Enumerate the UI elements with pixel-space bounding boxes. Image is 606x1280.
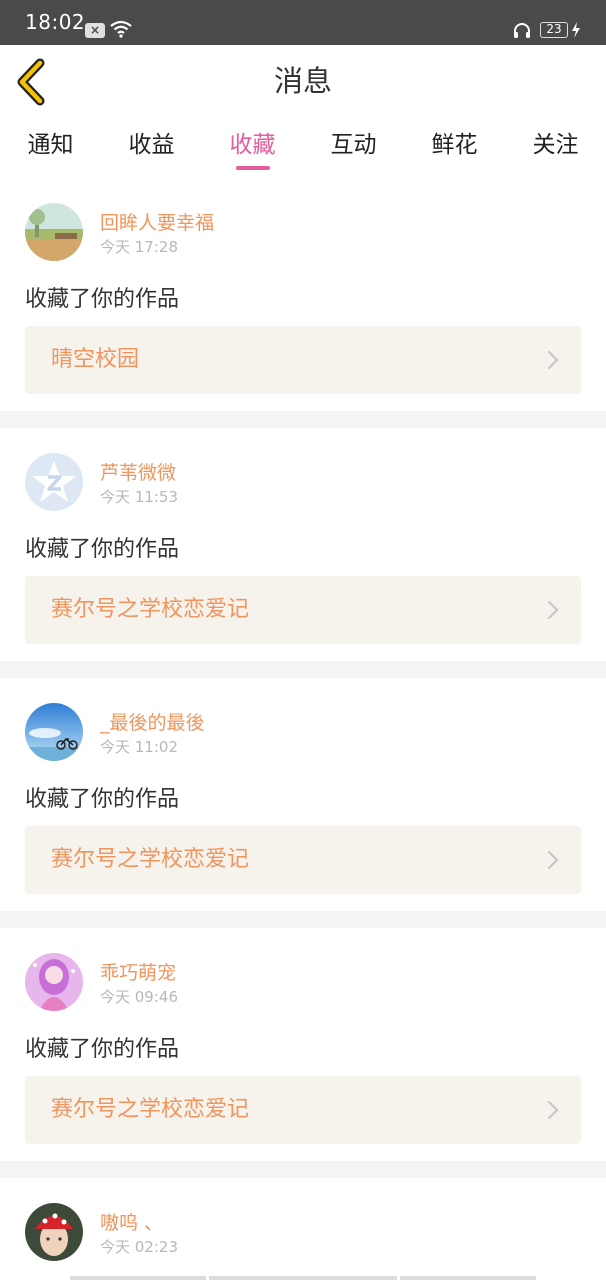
tab-following[interactable]: 关注 xyxy=(505,118,606,178)
page-title: 消息 xyxy=(273,64,332,98)
username[interactable]: _最後的最後 xyxy=(100,708,205,735)
back-button[interactable] xyxy=(14,58,50,106)
username[interactable]: 乖巧萌宠 xyxy=(100,958,176,985)
charging-bolt-icon xyxy=(572,22,580,38)
username[interactable]: 嗷呜 、 xyxy=(100,1208,163,1235)
message-card: 回眸人要幸福 今天 17:28 收藏了你的作品 晴空校园 xyxy=(0,178,606,411)
work-link[interactable]: 赛尔号之学校恋爱记 xyxy=(25,826,581,894)
title-bar: 消息 xyxy=(0,45,606,119)
wifi-icon xyxy=(110,20,132,38)
tab-flowers[interactable]: 鲜花 xyxy=(404,118,505,178)
x-box-icon: × xyxy=(85,23,105,38)
message-card: 嗷呜 、 今天 02:23 xyxy=(0,1178,606,1280)
action-text: 收藏了你的作品 xyxy=(25,1037,180,1062)
chevron-right-icon xyxy=(547,600,559,620)
avatar[interactable] xyxy=(25,203,83,261)
divider xyxy=(0,1161,606,1178)
status-bar: 18:02 × 23 xyxy=(0,0,606,45)
bottom-bar-segment xyxy=(400,1276,536,1280)
status-time: 18:02 xyxy=(25,10,86,34)
work-title: 晴空校园 xyxy=(51,347,140,372)
chevron-right-icon xyxy=(547,850,559,870)
username[interactable]: 芦苇微微 xyxy=(100,458,176,485)
work-title: 赛尔号之学校恋爱记 xyxy=(51,847,250,872)
chevron-left-icon xyxy=(17,58,45,106)
action-text: 收藏了你的作品 xyxy=(25,287,180,312)
work-title: 赛尔号之学校恋爱记 xyxy=(51,597,250,622)
person-red-hat-avatar-image xyxy=(25,1203,83,1261)
sky-bicycle-avatar-image xyxy=(25,703,83,761)
chevron-right-icon xyxy=(547,350,559,370)
divider xyxy=(0,661,606,678)
message-card: _最後的最後 今天 11:02 收藏了你的作品 赛尔号之学校恋爱记 xyxy=(0,678,606,911)
work-title: 赛尔号之学校恋爱记 xyxy=(51,1097,250,1122)
username[interactable]: 回眸人要幸福 xyxy=(100,208,214,235)
tab-bar: 通知 收益 收藏 互动 鲜花 关注 xyxy=(0,118,606,178)
active-tab-indicator xyxy=(235,166,270,170)
avatar[interactable] xyxy=(25,1203,83,1261)
pink-anime-avatar-image xyxy=(25,953,83,1011)
tab-notifications[interactable]: 通知 xyxy=(0,118,101,178)
tab-earnings[interactable]: 收益 xyxy=(101,118,202,178)
default-avatar-image xyxy=(25,453,83,511)
tab-interactions[interactable]: 互动 xyxy=(303,118,404,178)
landscape-avatar-image xyxy=(25,203,83,261)
divider xyxy=(0,411,606,428)
bottom-bar-segment xyxy=(209,1276,397,1280)
action-text: 收藏了你的作品 xyxy=(25,787,180,812)
tab-label: 收藏 xyxy=(229,132,276,158)
tab-label: 互动 xyxy=(330,132,377,158)
headset-icon xyxy=(514,23,530,38)
tab-label: 鲜花 xyxy=(431,132,478,158)
work-link[interactable]: 赛尔号之学校恋爱记 xyxy=(25,1076,581,1144)
chevron-right-icon xyxy=(547,1100,559,1120)
timestamp: 今天 11:53 xyxy=(100,488,178,506)
avatar[interactable] xyxy=(25,453,83,511)
work-link[interactable]: 晴空校园 xyxy=(25,326,581,394)
divider xyxy=(0,911,606,928)
message-card: 芦苇微微 今天 11:53 收藏了你的作品 赛尔号之学校恋爱记 xyxy=(0,428,606,661)
timestamp: 今天 02:23 xyxy=(100,1238,178,1256)
action-text: 收藏了你的作品 xyxy=(25,537,180,562)
tab-favorites[interactable]: 收藏 xyxy=(202,118,303,178)
message-card: 乖巧萌宠 今天 09:46 收藏了你的作品 赛尔号之学校恋爱记 xyxy=(0,928,606,1161)
timestamp: 今天 11:02 xyxy=(100,738,178,756)
timestamp: 今天 17:28 xyxy=(100,238,178,256)
work-link[interactable]: 赛尔号之学校恋爱记 xyxy=(25,576,581,644)
timestamp: 今天 09:46 xyxy=(100,988,178,1006)
tab-label: 收益 xyxy=(128,132,175,158)
bottom-bar-segment xyxy=(70,1276,206,1280)
avatar[interactable] xyxy=(25,703,83,761)
tab-label: 通知 xyxy=(27,132,74,158)
battery-indicator: 23 xyxy=(540,22,568,38)
avatar[interactable] xyxy=(25,953,83,1011)
bottom-overlay xyxy=(70,1276,536,1280)
tab-label: 关注 xyxy=(532,132,579,158)
